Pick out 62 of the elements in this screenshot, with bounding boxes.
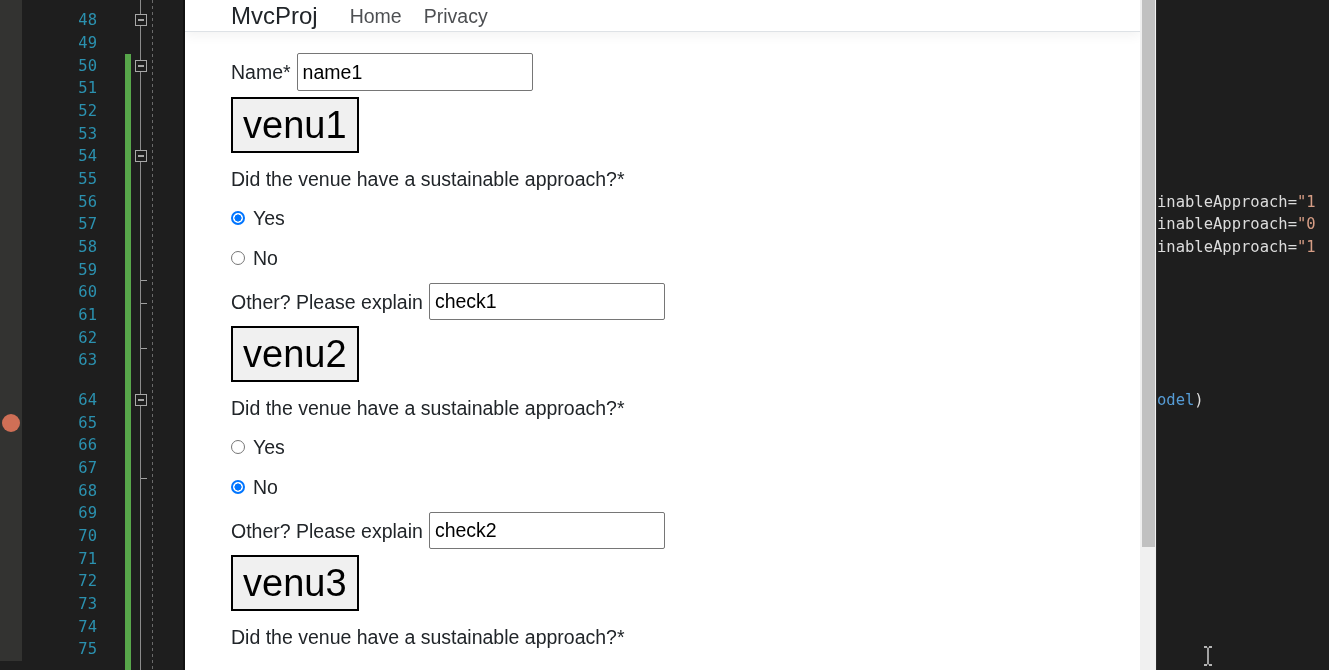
radio-button[interactable] bbox=[231, 440, 245, 454]
venue-heading: venu1 bbox=[231, 97, 359, 153]
line-number: 50 bbox=[78, 55, 97, 76]
line-number: 48 bbox=[78, 10, 97, 31]
collapse-icon[interactable] bbox=[135, 59, 147, 72]
line-number: 57 bbox=[78, 214, 97, 235]
line-number: 66 bbox=[78, 435, 97, 456]
text-input[interactable]: check2 bbox=[428, 512, 665, 549]
line-number: 73 bbox=[78, 594, 97, 615]
line-number: 63 bbox=[78, 350, 97, 371]
line-number: 74 bbox=[78, 616, 97, 637]
nav-link[interactable]: Privacy bbox=[423, 3, 488, 28]
text-cursor-icon bbox=[1203, 646, 1213, 666]
line-number: 68 bbox=[78, 480, 97, 501]
field-label: Name* bbox=[231, 60, 291, 84]
line-number: 70 bbox=[78, 526, 97, 547]
line-number: 55 bbox=[78, 168, 97, 189]
collapse-icon[interactable] bbox=[135, 14, 147, 27]
option-label[interactable]: Yes bbox=[253, 206, 285, 230]
line-number: 49 bbox=[78, 33, 97, 53]
scrollbar-thumb[interactable] bbox=[1141, 0, 1155, 547]
question-text: Did the venue have a sustainable approach?* bbox=[231, 625, 625, 649]
question-text: Did the venue have a sustainable approach?* bbox=[231, 396, 625, 420]
code-line: inableApproach="1 bbox=[1157, 236, 1316, 257]
text-input[interactable]: name1 bbox=[296, 53, 533, 91]
code-line: inableApproach="1 bbox=[1157, 191, 1316, 212]
line-number: 75 bbox=[78, 639, 97, 660]
question-text: Did the venue have a sustainable approach?* bbox=[231, 167, 625, 191]
line-number: 54 bbox=[78, 146, 97, 167]
line-number: 51 bbox=[78, 78, 97, 99]
radio-button[interactable] bbox=[231, 211, 245, 225]
option-label[interactable]: Yes bbox=[253, 435, 285, 459]
collapse-icon[interactable] bbox=[135, 394, 147, 407]
field-label: Other? Please explain bbox=[231, 518, 423, 543]
line-number: 61 bbox=[78, 304, 97, 325]
line-number: 69 bbox=[78, 503, 97, 524]
line-number: 65 bbox=[78, 412, 97, 433]
line-number: 62 bbox=[78, 327, 97, 348]
option-label[interactable]: No bbox=[253, 246, 278, 270]
breakpoint-icon[interactable] bbox=[2, 413, 20, 432]
line-number: 53 bbox=[78, 123, 97, 144]
line-number: 67 bbox=[78, 458, 97, 479]
venue-heading: venu2 bbox=[231, 326, 359, 382]
venue-heading: venu3 bbox=[231, 555, 359, 611]
code-line: odel) bbox=[1157, 390, 1204, 411]
field-label: Other? Please explain bbox=[231, 289, 423, 314]
nav-link[interactable]: Home bbox=[349, 3, 402, 28]
code-line: inableApproach="0 bbox=[1157, 214, 1316, 235]
line-number: 59 bbox=[78, 259, 97, 280]
radio-button[interactable] bbox=[231, 480, 245, 494]
line-number: 64 bbox=[78, 390, 97, 411]
line-number: 60 bbox=[78, 282, 97, 303]
site-title[interactable]: MvcProj bbox=[231, 1, 318, 30]
line-number: 58 bbox=[78, 236, 97, 257]
collapse-icon[interactable] bbox=[135, 150, 147, 163]
text-input[interactable]: check1 bbox=[428, 283, 665, 320]
line-number: 56 bbox=[78, 191, 97, 212]
option-label[interactable]: No bbox=[253, 475, 278, 499]
line-number: 72 bbox=[78, 571, 97, 592]
radio-button[interactable] bbox=[231, 251, 245, 265]
line-number: 71 bbox=[78, 548, 97, 569]
line-number: 52 bbox=[78, 100, 97, 121]
